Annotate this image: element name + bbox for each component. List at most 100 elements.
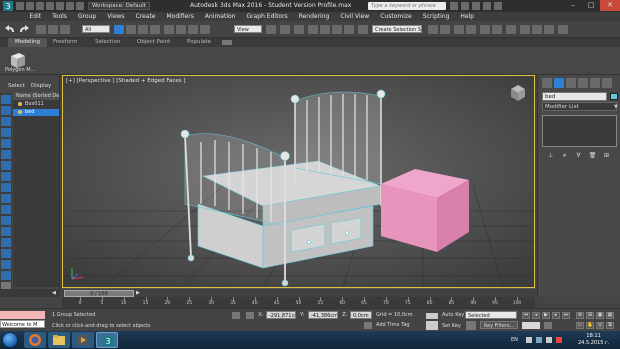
menu-edit[interactable]: Edit — [24, 12, 47, 21]
hierarchy-tab-icon[interactable] — [566, 78, 576, 88]
material-editor-icon[interactable] — [506, 25, 516, 34]
configure-modifier-sets-icon[interactable]: ⊞ — [602, 152, 611, 160]
create-tab-icon[interactable] — [542, 78, 552, 88]
3ds-max-taskbar-icon[interactable]: 3 — [96, 332, 118, 348]
tab-freeform[interactable]: Freeform — [46, 38, 85, 47]
window-crossing-icon[interactable] — [150, 25, 160, 34]
previous-frame-button-icon[interactable]: ◂ — [532, 312, 540, 319]
firefox-icon[interactable] — [24, 332, 46, 348]
display-hidden-icon[interactable] — [1, 216, 11, 225]
object-name-field[interactable]: bed — [542, 92, 607, 101]
tab-selection[interactable]: Selection — [88, 38, 127, 47]
subscription-icon[interactable] — [461, 2, 469, 10]
render-setup-icon[interactable] — [520, 25, 530, 34]
volume-icon[interactable] — [546, 337, 552, 343]
menu-views[interactable]: Views — [102, 12, 130, 21]
selection-set-dropdown[interactable]: Selected — [465, 311, 517, 319]
edit-named-selection-icon[interactable] — [358, 25, 368, 34]
auto-key-button[interactable]: Auto Key — [442, 312, 464, 318]
menu-graph-editors[interactable]: Graph Editors — [241, 12, 293, 21]
zoom-extents-icon[interactable]: ▣ — [596, 312, 604, 319]
viewport-label-menu[interactable]: [+] [Perspective ] [Shaded + Edged Faces… — [66, 78, 186, 84]
set-key-button[interactable]: Set Key — [442, 323, 461, 329]
place-icon[interactable] — [200, 25, 210, 34]
x-coordinate-field[interactable]: -291,871cm — [266, 311, 296, 319]
list-item[interactable]: Box011 — [13, 101, 59, 108]
key-filters-button[interactable]: Key Filters... — [480, 321, 519, 329]
ribbon-minimize-icon[interactable] — [222, 40, 232, 45]
redo-icon[interactable] — [18, 24, 30, 34]
input-language[interactable]: EN — [511, 337, 518, 343]
unlink-icon[interactable] — [48, 25, 58, 34]
render-production-icon[interactable] — [544, 25, 554, 34]
menu-rendering[interactable]: Rendering — [293, 12, 335, 21]
play-icon[interactable]: ▶ — [542, 312, 550, 319]
keyboard-shortcut-icon[interactable] — [294, 25, 304, 34]
project-folder-icon[interactable] — [66, 2, 74, 10]
modifier-list-dropdown[interactable]: Modifier List ▼ — [542, 102, 618, 111]
perspective-viewport[interactable]: [+] [Perspective ] [Shaded + Edged Faces… — [62, 75, 535, 288]
display-all-icon[interactable] — [1, 227, 11, 236]
layer-explorer-icon[interactable] — [454, 25, 464, 34]
menu-modifiers[interactable]: Modifiers — [161, 12, 199, 21]
save-file-icon[interactable] — [36, 2, 44, 10]
orbit-icon[interactable]: ◎ — [596, 322, 604, 329]
absolute-mode-transform-icon[interactable] — [246, 312, 254, 319]
menu-civil-view[interactable]: Civil View — [335, 12, 375, 21]
tab-object-paint[interactable]: Object Paint — [130, 38, 177, 47]
field-of-view-icon[interactable]: ▷ — [576, 322, 584, 329]
visibility-icon[interactable] — [18, 109, 22, 114]
display-cameras-icon[interactable] — [1, 128, 11, 137]
z-coordinate-field[interactable]: 0,0cm — [350, 311, 372, 319]
network-icon[interactable] — [536, 337, 542, 343]
select-scale-icon[interactable] — [188, 25, 198, 34]
minimize-icon[interactable]: – — [564, 0, 582, 11]
zoom-icon[interactable]: ⊕ — [576, 312, 584, 319]
motion-tab-icon[interactable] — [578, 78, 588, 88]
action-center-icon[interactable] — [556, 337, 562, 343]
menu-animation[interactable]: Animation — [199, 12, 241, 21]
zoom-all-icon[interactable]: ⊞ — [586, 312, 594, 319]
next-frame-icon[interactable]: ▶ — [136, 290, 140, 296]
search-button-icon[interactable] — [450, 2, 458, 10]
display-groups-icon[interactable] — [1, 161, 11, 170]
system-clock[interactable]: 18:11 24.5.2015 г. — [578, 333, 609, 347]
menu-tools[interactable]: Tools — [47, 12, 73, 21]
list-item-selected[interactable]: bed — [13, 109, 59, 116]
set-keys-icon[interactable] — [426, 321, 438, 330]
menu-group[interactable]: Group — [72, 12, 101, 21]
display-influences-icon[interactable] — [1, 271, 11, 280]
set-key-mode-icon[interactable] — [426, 313, 438, 319]
media-player-icon[interactable] — [72, 332, 94, 348]
y-coordinate-field[interactable]: -41,386cm — [308, 311, 338, 319]
tab-modeling[interactable]: Modeling — [8, 38, 48, 47]
display-space-warps-icon[interactable] — [1, 150, 11, 159]
display-xrefs-icon[interactable] — [1, 172, 11, 181]
current-frame-field[interactable] — [522, 322, 540, 329]
selection-filter-dropdown[interactable]: All — [82, 25, 110, 33]
explorer-folder-icon[interactable] — [48, 332, 70, 348]
redo-quick-icon[interactable] — [56, 2, 64, 10]
zoom-extents-all-icon[interactable]: ▦ — [606, 312, 614, 319]
reference-coordinate-dropdown[interactable]: View — [234, 25, 262, 33]
key-mode-icon[interactable] — [466, 321, 476, 330]
mirror-icon[interactable] — [428, 25, 438, 34]
track-bar[interactable]: 0 5 10 15 20 25 30 35 40 45 50 55 60 65 70 75 80 85 90 95 10… — [62, 297, 535, 308]
object-color-swatch[interactable] — [610, 93, 618, 100]
make-unique-icon[interactable]: ∀ — [574, 152, 583, 160]
time-slider[interactable]: 0 / 100 — [64, 290, 134, 297]
close-icon[interactable]: ✕ — [600, 0, 620, 11]
maximize-viewport-icon[interactable]: ⧉ — [606, 322, 614, 329]
select-object-icon[interactable] — [114, 25, 124, 34]
maxscript-listener-input[interactable]: Welcome to M — [0, 320, 45, 328]
go-to-end-icon[interactable]: ⏭ — [562, 312, 570, 319]
workspace-selector[interactable]: Workspace: Default — [88, 2, 150, 10]
display-invert-icon[interactable] — [1, 249, 11, 258]
visibility-icon[interactable] — [18, 101, 22, 106]
display-none-icon[interactable] — [1, 238, 11, 247]
favorites-icon[interactable] — [483, 2, 491, 10]
menu-display[interactable]: Display — [31, 83, 51, 89]
dropdown-icon[interactable] — [76, 2, 84, 10]
previous-frame-icon[interactable]: ◀ — [52, 290, 56, 296]
menu-select[interactable]: Select — [8, 83, 25, 89]
